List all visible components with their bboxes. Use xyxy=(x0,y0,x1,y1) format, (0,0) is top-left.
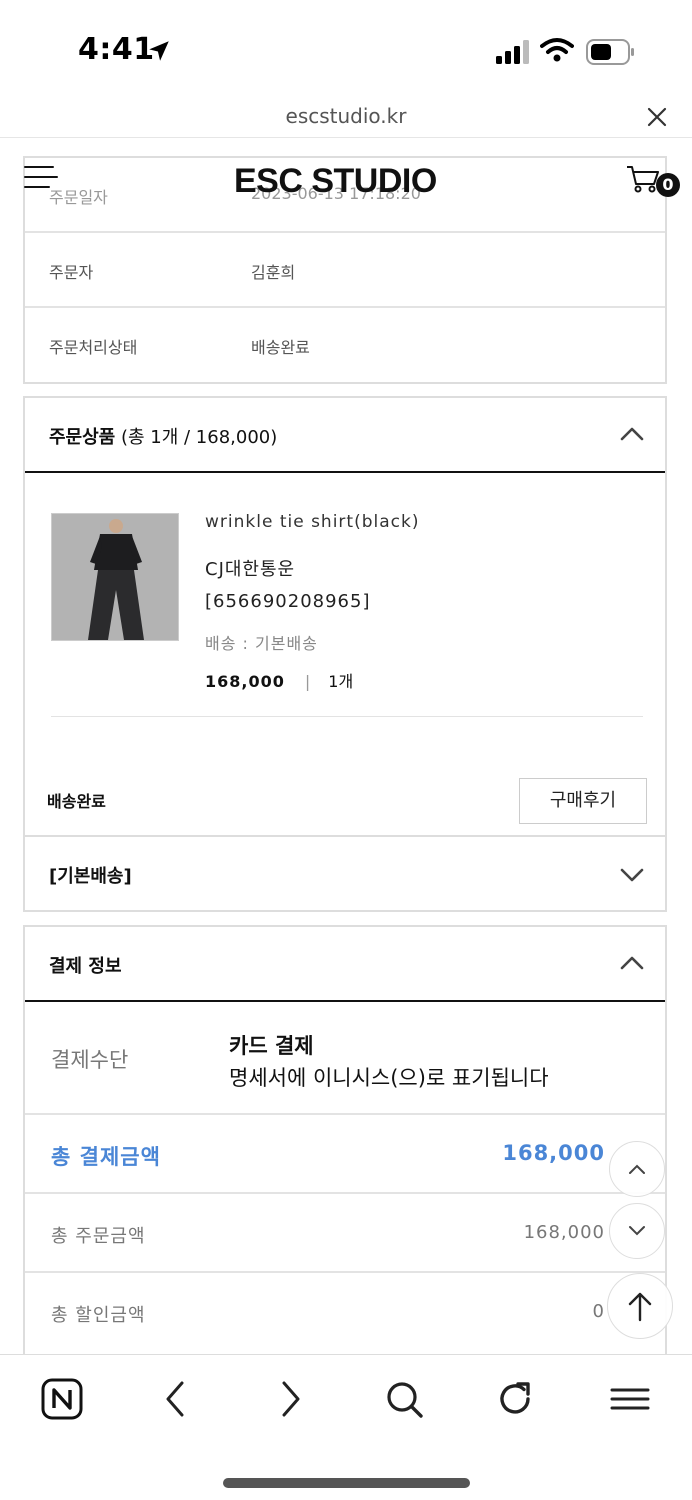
shipping-type: 배송 : 기본배송 xyxy=(205,634,318,653)
info-value: 배송완료 xyxy=(251,338,310,357)
chevron-down-icon[interactable] xyxy=(619,865,645,885)
write-review-button[interactable]: 구매후기 xyxy=(519,778,647,824)
cellular-signal-icon xyxy=(496,40,529,64)
total-order-amount-value: 168,000 xyxy=(523,1222,605,1243)
payment-info-section: 결제 정보 결제수단 카드 결제 명세서에 이니시스(으)로 표기됩니다 총 결… xyxy=(23,925,667,1355)
site-logo[interactable]: ESC STUDIO xyxy=(234,162,437,201)
total-payment-row: 총 결제금액 168,000 xyxy=(25,1117,665,1194)
price-quantity-line: 168,000 | 1개 xyxy=(205,668,353,692)
url-text[interactable]: escstudio.kr xyxy=(0,104,692,128)
info-row-orderer: 주문자 김훈희 xyxy=(25,233,665,308)
search-icon[interactable] xyxy=(382,1377,426,1421)
product-photo-illustration xyxy=(52,514,178,640)
forward-arrow-icon[interactable] xyxy=(268,1377,312,1421)
delivery-status-label: 배송완료 xyxy=(47,792,106,811)
total-order-amount-label: 총 주문금액 xyxy=(51,1226,146,1247)
chevron-up-icon[interactable] xyxy=(619,953,645,973)
info-label: 주문처리상태 xyxy=(49,338,138,357)
home-indicator[interactable] xyxy=(223,1478,470,1488)
basic-shipping-label: [기본배송] xyxy=(49,866,132,887)
total-discount-row: 총 할인금액 0 xyxy=(25,1275,665,1352)
payment-section-header[interactable]: 결제 정보 xyxy=(25,927,665,1002)
info-row-order-status: 주문처리상태 배송완료 xyxy=(25,308,665,383)
battery-icon xyxy=(586,39,634,65)
product-quantity: 1개 xyxy=(328,672,354,691)
refresh-icon[interactable] xyxy=(494,1377,538,1421)
naver-home-icon[interactable] xyxy=(40,1377,84,1421)
total-discount-value: 0 xyxy=(592,1301,605,1322)
close-icon[interactable] xyxy=(646,106,668,128)
product-name[interactable]: wrinkle tie shirt(black) xyxy=(205,512,419,532)
scroll-up-button[interactable] xyxy=(609,1141,665,1197)
tracking-number[interactable]: [656690208965] xyxy=(205,591,370,612)
hamburger-menu-icon[interactable] xyxy=(24,164,58,190)
cart-icon[interactable] xyxy=(626,164,660,194)
location-arrow-icon xyxy=(149,41,169,61)
info-label: 주문자 xyxy=(49,263,94,282)
wifi-icon xyxy=(540,38,574,62)
browser-toolbar xyxy=(0,1354,692,1500)
total-order-amount-row: 총 주문금액 168,000 xyxy=(25,1196,665,1273)
chevron-up-icon[interactable] xyxy=(619,424,645,444)
payment-section-title: 결제 정보 xyxy=(49,952,122,978)
products-section-header[interactable]: 주문상품 (총 1개 / 168,000) xyxy=(25,398,665,473)
back-arrow-icon[interactable] xyxy=(154,1377,198,1421)
payment-method-label: 결제수단 xyxy=(51,1048,129,1072)
info-value: 김훈희 xyxy=(251,263,296,282)
status-bar: 4:41 xyxy=(0,0,692,100)
product-price: 168,000 xyxy=(205,672,285,691)
products-section-title: 주문상품 (총 1개 / 168,000) xyxy=(49,423,277,449)
browser-url-bar[interactable]: escstudio.kr xyxy=(0,98,692,138)
scroll-to-top-button[interactable] xyxy=(607,1273,673,1339)
carrier-name: CJ대한통운 xyxy=(205,559,296,580)
payment-method-row: 결제수단 카드 결제 명세서에 이니시스(으)로 표기됩니다 xyxy=(25,1002,665,1115)
product-thumbnail[interactable] xyxy=(51,513,179,641)
products-title: 주문상품 xyxy=(49,427,116,448)
status-time: 4:41 xyxy=(78,32,155,67)
divider xyxy=(51,716,643,717)
chevron-down-icon xyxy=(629,1226,645,1236)
total-discount-label: 총 할인금액 xyxy=(51,1305,146,1326)
payment-method-value: 카드 결제 xyxy=(229,1034,314,1058)
cart-count-badge: 0 xyxy=(656,173,680,197)
payment-title: 결제 정보 xyxy=(49,956,122,977)
menu-icon[interactable] xyxy=(608,1377,652,1421)
basic-shipping-row[interactable]: [기본배송] xyxy=(23,835,667,912)
divider: | xyxy=(304,672,311,691)
payment-method-note: 명세서에 이니시스(으)로 표기됩니다 xyxy=(229,1066,549,1090)
arrow-up-icon xyxy=(628,1292,652,1322)
total-payment-value: 168,000 xyxy=(502,1141,605,1165)
chevron-up-icon xyxy=(629,1164,645,1174)
order-products-section: 주문상품 (총 1개 / 168,000) wrinkle tie shirt(… xyxy=(23,396,667,837)
products-summary: (총 1개 / 168,000) xyxy=(120,427,278,448)
scroll-down-button[interactable] xyxy=(609,1203,665,1259)
total-payment-label: 총 결제금액 xyxy=(51,1145,161,1169)
